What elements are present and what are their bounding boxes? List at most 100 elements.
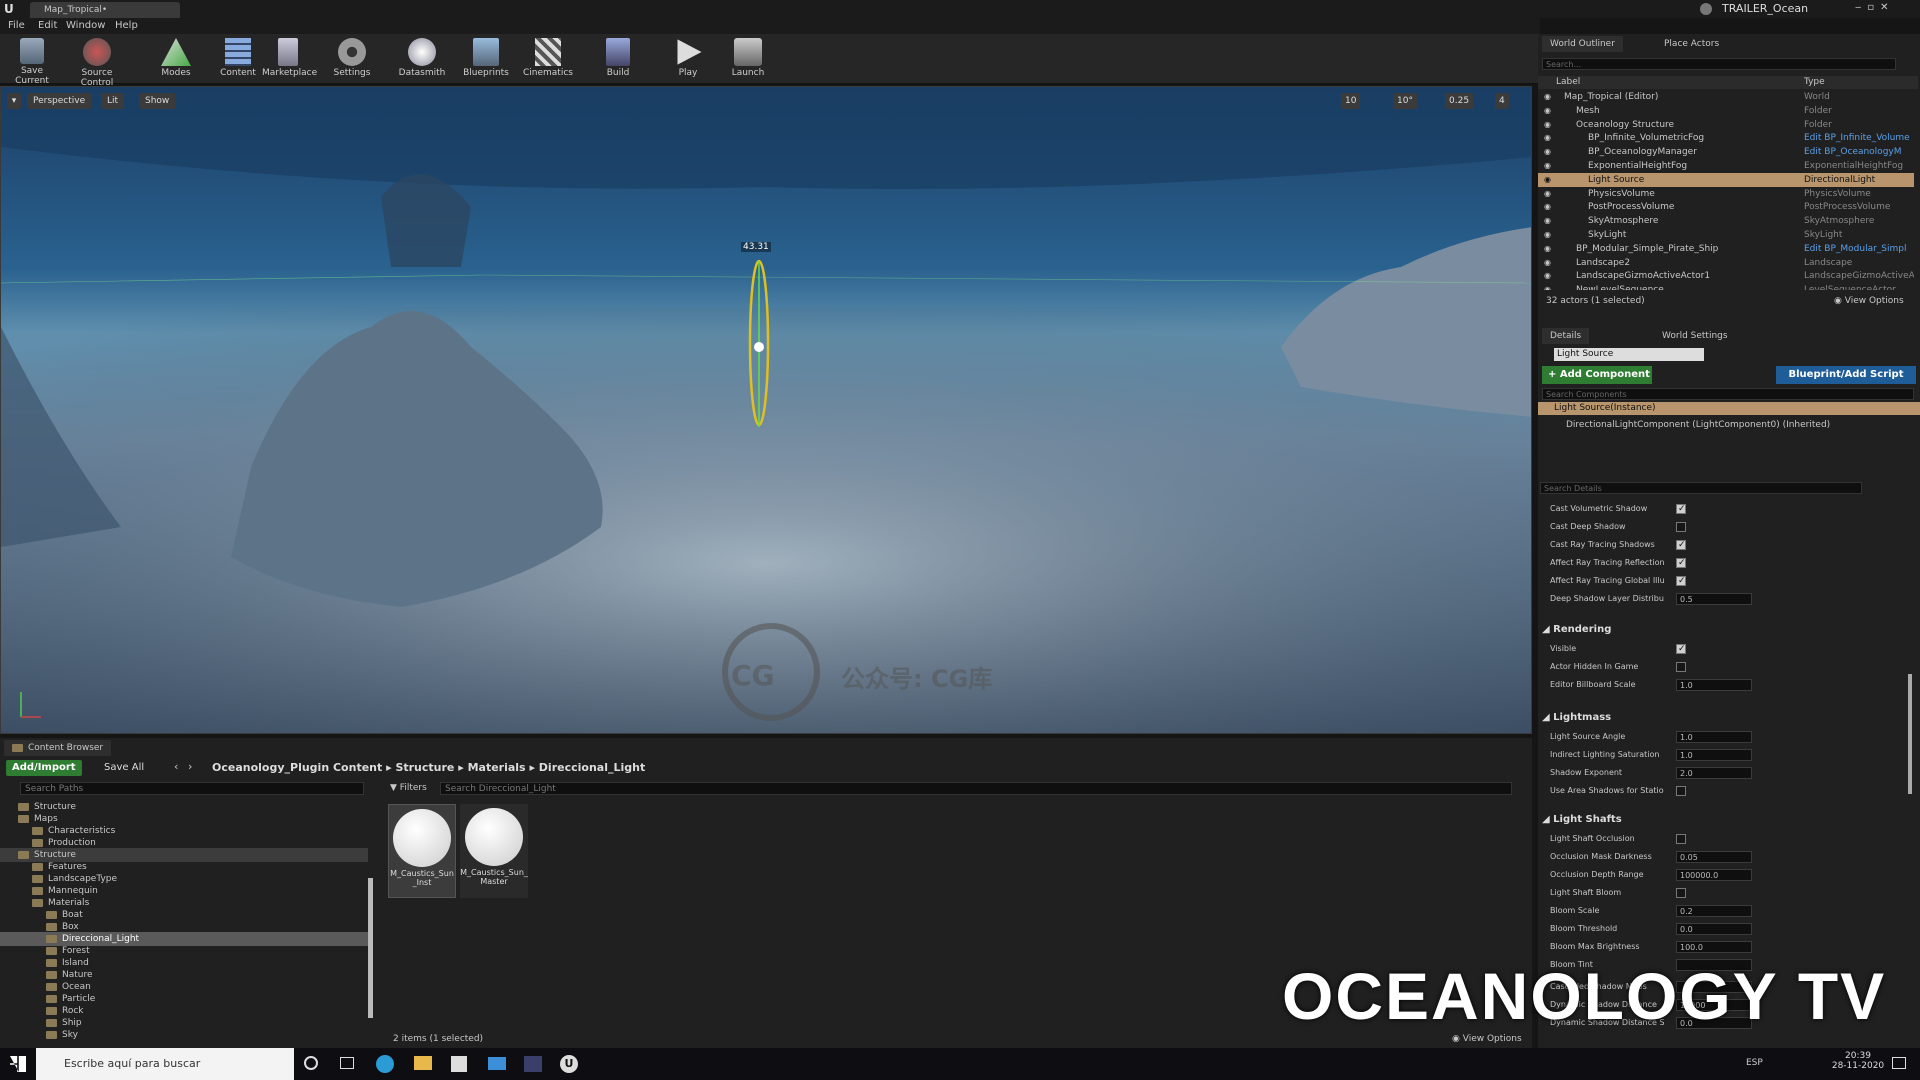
add-import-button[interactable]: Add/Import [6,760,82,776]
save-current-button[interactable]: Save Current [4,36,60,86]
scale-snap-button[interactable]: 0.25 [1445,93,1474,109]
outliner-row[interactable]: ◉ Oceanology Structure Folder [1538,118,1914,132]
breadcrumb-item[interactable]: Oceanology_Plugin Content [212,761,382,774]
back-icon[interactable]: ‹ [174,760,178,773]
outliner-row[interactable]: ◉ ExponentialHeightFog ExponentialHeightFo… [1538,159,1914,173]
content-browser-tab[interactable]: Content Browser [4,740,112,756]
visibility-eye-icon[interactable]: ◉ [1544,283,1551,290]
type-column-header[interactable]: Type [1804,77,1825,87]
outliner-row[interactable]: ◉ SkyLight SkyLight [1538,228,1914,242]
launch-button[interactable]: Launch [728,36,768,82]
visibility-eye-icon[interactable]: ◉ [1544,269,1551,283]
outliner-type[interactable]: Edit BP_Infinite_Volume [1804,131,1914,145]
outliner-row[interactable]: ◉ Light Source DirectionalLight [1538,172,1914,187]
details-scrollbar[interactable] [1908,674,1912,794]
property-checkbox[interactable] [1676,538,1686,552]
cinematics-button[interactable]: Cinematics [522,36,574,82]
property-value-input[interactable]: 100.0 [1676,941,1752,953]
outliner-row[interactable]: ◉ SkyAtmosphere SkyAtmosphere [1538,214,1914,228]
filters-button[interactable]: ▼ Filters [390,782,427,795]
visibility-eye-icon[interactable]: ◉ [1544,187,1551,201]
menu-file[interactable]: File [8,20,25,31]
outliner-view-options-button[interactable]: ◉ View Options [1834,296,1904,306]
visibility-eye-icon[interactable]: ◉ [1544,159,1551,173]
outliner-row[interactable]: ◉ Map_Tropical (Editor) World [1538,90,1914,104]
show-button[interactable]: Show [139,93,176,109]
property-checkbox[interactable] [1676,574,1686,588]
outliner-row[interactable]: ◉ Landscape2 Landscape [1538,256,1914,270]
property-value-input[interactable]: 1.0 [1676,731,1752,743]
breadcrumb-item[interactable]: Direccional_Light [539,761,645,774]
directional-light-icon[interactable] [754,342,764,352]
grid-snap-button[interactable]: 10 [1341,93,1361,109]
property-checkbox[interactable] [1676,786,1686,796]
file-explorer-icon[interactable] [414,1056,432,1070]
window-controls[interactable]: ‒▫✕ [1855,2,1895,13]
outliner-type[interactable]: Edit BP_Modular_Simpl [1804,242,1914,256]
asset-tile[interactable]: M_Caustics_Sun_Master [460,804,528,898]
property-value-input[interactable]: 0.0 [1676,923,1752,935]
property-checkbox[interactable] [1676,522,1686,532]
rotation-snap-button[interactable]: 10° [1393,93,1417,109]
visibility-eye-icon[interactable]: ◉ [1544,242,1551,256]
menu-help[interactable]: Help [115,20,138,31]
details-section-header[interactable]: ◢ Rendering [1542,622,1611,638]
property-value-input[interactable]: 0.05 [1676,851,1752,863]
outliner-row[interactable]: ◉ BP_Infinite_VolumetricFog Edit BP_Infini… [1538,131,1914,145]
property-value-input[interactable]: 0.5 [1676,593,1752,605]
visibility-eye-icon[interactable]: ◉ [1544,214,1551,228]
property-checkbox[interactable] [1676,556,1686,570]
search-details-input[interactable]: Search Details [1540,482,1862,494]
visibility-eye-icon[interactable]: ◉ [1544,131,1551,145]
notifications-icon[interactable] [1892,1057,1906,1069]
search-paths-input[interactable]: Search Paths [20,782,364,795]
component-instance-row[interactable]: Light Source(Instance) [1538,402,1920,415]
source-control-button[interactable]: Source Control [64,36,130,88]
cb-view-options-button[interactable]: ◉ View Options [1452,1034,1522,1044]
close-icon[interactable]: ✕ [1880,2,1894,13]
outliner-row[interactable]: ◉ Mesh Folder [1538,104,1914,118]
unreal-taskbar-icon[interactable]: U [560,1055,578,1073]
property-value-input[interactable]: 100000.0 [1676,869,1752,881]
details-section-header[interactable]: ◢ Lightmass [1542,710,1611,726]
menu-window[interactable]: Window [66,20,105,31]
details-section-header[interactable]: ◢ Light Shafts [1542,812,1622,828]
outliner-row[interactable]: ◉ PostProcessVolume PostProcessVolume [1538,200,1914,214]
property-checkbox[interactable] [1676,662,1686,672]
search-components-input[interactable]: Search Components [1542,388,1914,400]
tab-place-actors[interactable]: Place Actors [1656,36,1727,52]
property-value-input[interactable]: 1.0 [1676,679,1752,691]
app-icon[interactable] [524,1056,542,1072]
outliner-row[interactable]: ◉ BP_OceanologyManager Edit BP_OceanologyM [1538,145,1914,159]
maximize-icon[interactable]: ▫ [1867,2,1880,13]
property-value-input[interactable]: 0.2 [1676,905,1752,917]
tab-world-settings[interactable]: World Settings [1654,328,1736,344]
clock[interactable]: 20:39 28-11-2020 [1830,1051,1886,1071]
visibility-eye-icon[interactable]: ◉ [1544,256,1551,270]
tab-world-outliner[interactable]: World Outliner [1542,36,1623,52]
mail-icon[interactable] [488,1057,506,1070]
level-viewport[interactable]: ▾ Perspective Lit Show 10 10° 0.25 4 43.… [0,86,1532,734]
property-checkbox[interactable] [1676,834,1686,844]
outliner-row[interactable]: ◉ BP_Modular_Simple_Pirate_Ship Edit BP_Mo… [1538,242,1914,256]
breadcrumb-item[interactable]: Materials [468,761,526,774]
save-all-button[interactable]: Save All [104,760,144,776]
add-component-button[interactable]: + Add Component [1542,366,1652,384]
property-value-input[interactable]: 1.0 [1676,749,1752,761]
forward-icon[interactable]: › [188,760,192,773]
camera-speed-button[interactable]: 4 [1495,93,1509,109]
outliner-type[interactable]: Edit BP_OceanologyM [1804,145,1914,159]
viewport-options-button[interactable]: ▾ [7,93,21,109]
edge-icon[interactable] [376,1055,394,1073]
outliner-row[interactable]: ◉ NewLevelSequence LevelSequenceActor [1538,283,1914,290]
language-indicator[interactable]: ESP [1746,1058,1763,1068]
blueprints-button[interactable]: Blueprints [462,36,510,82]
outliner-row[interactable]: ◉ PhysicsVolume PhysicsVolume [1538,187,1914,201]
menu-edit[interactable]: Edit [38,20,57,31]
build-button[interactable]: Build [602,36,634,82]
visibility-eye-icon[interactable]: ◉ [1544,118,1551,132]
lit-button[interactable]: Lit [101,93,125,109]
windows-start-icon[interactable] [10,1056,26,1072]
property-checkbox[interactable] [1676,888,1686,898]
modes-button[interactable]: Modes [156,36,196,82]
